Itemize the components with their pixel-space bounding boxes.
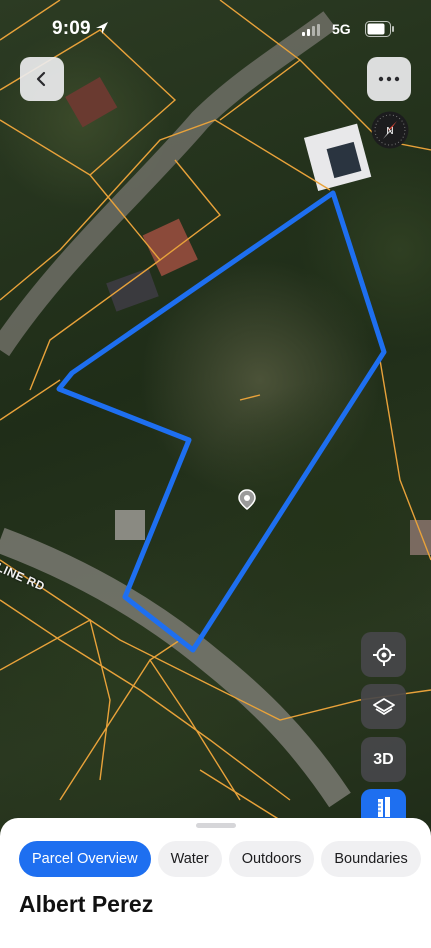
tab-boundaries[interactable]: Boundaries <box>321 841 421 877</box>
network-label: 5G <box>332 21 351 37</box>
back-icon <box>36 71 46 87</box>
sheet-grabber[interactable] <box>196 823 236 828</box>
measure-icon <box>377 797 390 817</box>
compass-icon[interactable]: N <box>371 111 409 149</box>
bottom-sheet[interactable]: Parcel Overview Water Outdoors Boundarie… <box>0 818 431 948</box>
locate-icon <box>372 643 395 666</box>
tab-bar: Parcel Overview Water Outdoors Boundarie… <box>19 841 421 877</box>
status-bar: 9:09 5G <box>0 0 431 58</box>
location-arrow-icon <box>96 22 108 34</box>
tab-parcel-overview[interactable]: Parcel Overview <box>19 841 151 877</box>
three-d-button[interactable]: 3D <box>361 737 406 782</box>
locate-button[interactable] <box>361 632 406 677</box>
more-icon <box>378 76 400 82</box>
more-options-button[interactable] <box>367 57 411 101</box>
signal-icon <box>302 24 320 36</box>
layers-button[interactable] <box>361 684 406 729</box>
layers-icon <box>372 697 395 715</box>
tab-outdoors[interactable]: Outdoors <box>228 841 315 877</box>
tab-water[interactable]: Water <box>157 841 222 877</box>
back-button[interactable] <box>20 57 64 101</box>
clock-time: 9:09 <box>52 18 91 39</box>
compass-letter: N <box>386 126 393 137</box>
owner-name: Albert Perez <box>19 891 154 917</box>
battery-icon <box>365 21 394 37</box>
